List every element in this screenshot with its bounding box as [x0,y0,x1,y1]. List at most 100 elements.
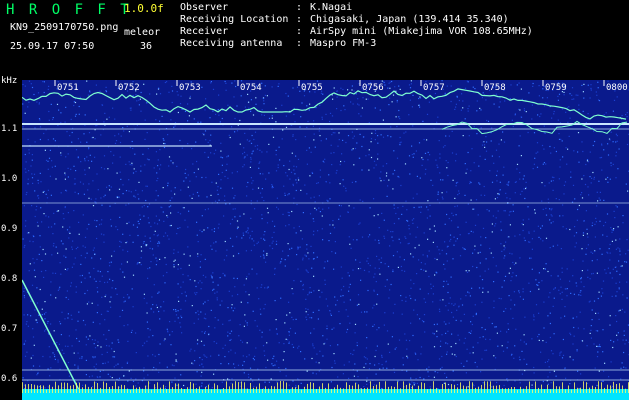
info-key: Observer [180,2,229,13]
band-spike [409,383,410,393]
band-spike [400,388,401,393]
band-spike [520,386,521,393]
band-spike [322,383,323,393]
band-spike [292,387,293,393]
info-separator: : [296,26,309,37]
band-spike [190,381,191,393]
band-spike [55,381,56,393]
band-spike [160,387,161,393]
datetime-label: 25.09.17 07:50 [10,41,95,52]
band-spike [604,387,605,393]
band-spike [361,388,362,393]
band-spike [355,382,356,393]
band-spike [463,385,464,393]
band-spike [496,385,497,393]
y-axis: kHz 1.1 1.0 0.9 0.8 0.7 0.6 [0,76,22,400]
band-spike [511,387,512,393]
band-spike [202,389,203,393]
band-spike [148,381,149,393]
info-row-location: Receiving Location: Chigasaki, Japan (13… [180,14,533,26]
band-spike [46,389,47,393]
band-spike [541,384,542,393]
band-spike [271,385,272,393]
band-spike [505,388,506,393]
band-spike [172,387,173,393]
band-spike [163,384,164,393]
band-spike [100,387,101,393]
band-spike [466,386,467,393]
band-spike [547,384,548,393]
band-spike [484,381,485,393]
band-spike [151,389,152,393]
band-spike [79,382,80,393]
band-spike [277,382,278,393]
band-spike [196,388,197,393]
band-spike [205,386,206,393]
band-spike [553,381,554,393]
band-spike [526,386,527,393]
band-spike [487,381,488,393]
band-spike [301,389,302,393]
band-spike [433,381,434,393]
band-spike [22,382,23,393]
band-spike [382,388,383,393]
band-spike [613,381,614,393]
band-spike [40,385,41,393]
band-spike [70,385,71,393]
band-spike [415,389,416,393]
band-spike [286,382,287,393]
band-spike [124,385,125,393]
info-value: Maspro FM-3 [310,38,377,49]
band-spike [337,384,338,393]
band-spike [244,382,245,393]
band-spike [328,383,329,393]
band-spike [265,386,266,393]
info-value: Chigasaki, Japan (139.414 35.340) [310,14,509,25]
band-spike [577,387,578,393]
band-spike [460,382,461,393]
y-axis-unit: kHz [1,76,18,86]
band-spike [226,381,227,393]
meteor-streak [22,279,81,393]
band-spike [73,384,74,393]
band-spike [133,385,134,393]
band-spike [478,386,479,393]
band-spike [58,385,59,393]
band-spike [241,381,242,393]
band-spike [307,383,308,393]
band-spike [193,383,194,393]
band-spike [121,384,122,393]
band-spike [316,389,317,393]
band-spike [406,384,407,393]
band-spike [454,384,455,393]
band-spike [31,384,32,393]
band-spike [268,388,269,393]
meleor-label: meleor [124,27,161,38]
band-spike [589,387,590,393]
band-spike [451,384,452,393]
band-spike [25,384,26,393]
band-spike [166,389,167,393]
band-spike [559,386,560,393]
band-spike [256,386,257,393]
band-spike [364,388,365,393]
header: H R O F F T 1.0.0f KN9_2509170750.png me… [0,0,629,76]
band-spike [574,382,575,393]
band-spike [253,387,254,393]
band-spike [289,390,290,393]
band-spike [598,381,599,393]
band-spike [514,387,515,393]
band-spike [499,385,500,393]
band-spike [235,381,236,393]
band-spike [214,383,215,393]
time-tick-label: 0752 [118,83,140,93]
band-spike [97,383,98,393]
band-spike [154,384,155,393]
band-spike [247,388,248,393]
band-spike [142,388,143,393]
y-tick-label: 0.6 [1,374,18,384]
band-spike [571,389,572,393]
band-spike [223,388,224,393]
band-spike [82,387,83,393]
info-key: Receiving antenna [180,38,283,49]
